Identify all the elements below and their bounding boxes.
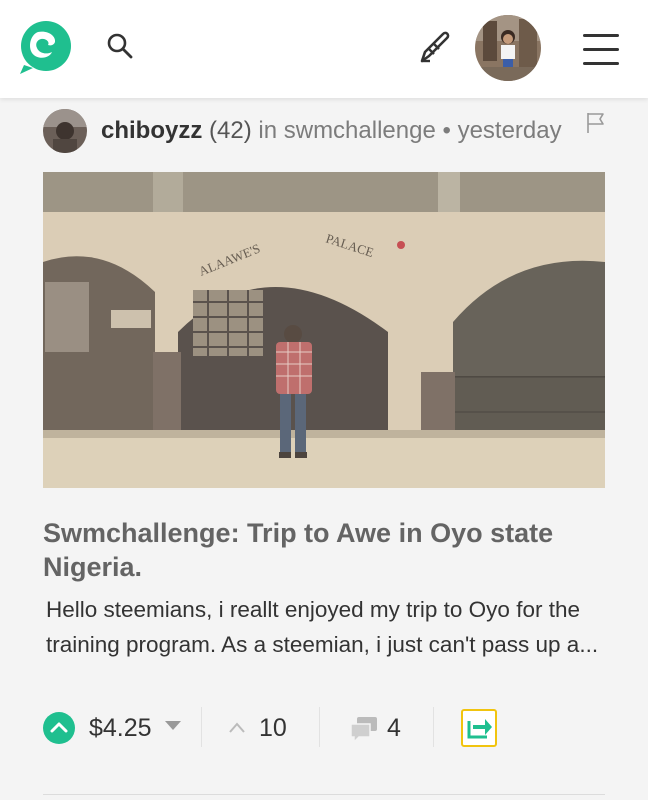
- post-author-row: chiboyzz (42) in swmchallenge • yesterda…: [43, 108, 623, 154]
- payout-amount[interactable]: $4.25: [89, 714, 152, 743]
- meta-separator: •: [442, 117, 451, 144]
- community-link[interactable]: swmchallenge: [284, 117, 436, 144]
- payout-dropdown-caret-icon[interactable]: [165, 721, 181, 730]
- author-name[interactable]: chiboyzz: [101, 117, 202, 144]
- comments-icon[interactable]: [349, 715, 379, 743]
- footer-divider: [201, 707, 202, 747]
- flag-icon[interactable]: [585, 111, 607, 135]
- top-navigation-bar: [0, 0, 648, 98]
- footer-divider: [433, 707, 434, 747]
- post-thumbnail-image[interactable]: ALAAWE'S PALACE: [43, 172, 605, 488]
- post-time[interactable]: yesterday: [458, 117, 562, 144]
- footer-divider: [319, 707, 320, 747]
- community-prefix: in: [258, 117, 278, 144]
- author-line: chiboyzz (42) in swmchallenge • yesterda…: [101, 117, 562, 145]
- upvote-chevron-icon: [50, 722, 68, 733]
- pen-icon[interactable]: [416, 28, 454, 66]
- author-reputation: (42): [209, 117, 252, 144]
- reblog-icon: [467, 719, 492, 739]
- author-avatar[interactable]: [43, 109, 87, 153]
- reblog-button[interactable]: [461, 709, 497, 747]
- votes-chevron-icon: [229, 722, 245, 733]
- post-excerpt[interactable]: Hello steemians, i reallt enjoyed my tri…: [46, 592, 606, 662]
- post-title[interactable]: Swmchallenge: Trip to Awe in Oyo state N…: [43, 516, 603, 584]
- card-bottom-divider: [43, 794, 605, 795]
- comments-count[interactable]: 4: [387, 714, 401, 743]
- post-footer: $4.25 10 4: [43, 705, 605, 751]
- hamburger-menu-icon[interactable]: [583, 34, 619, 66]
- votes-count[interactable]: 10: [259, 714, 287, 743]
- search-icon[interactable]: [106, 32, 134, 60]
- user-avatar[interactable]: [475, 15, 541, 81]
- steemit-logo-icon[interactable]: [16, 18, 74, 76]
- upvote-button[interactable]: [43, 712, 75, 744]
